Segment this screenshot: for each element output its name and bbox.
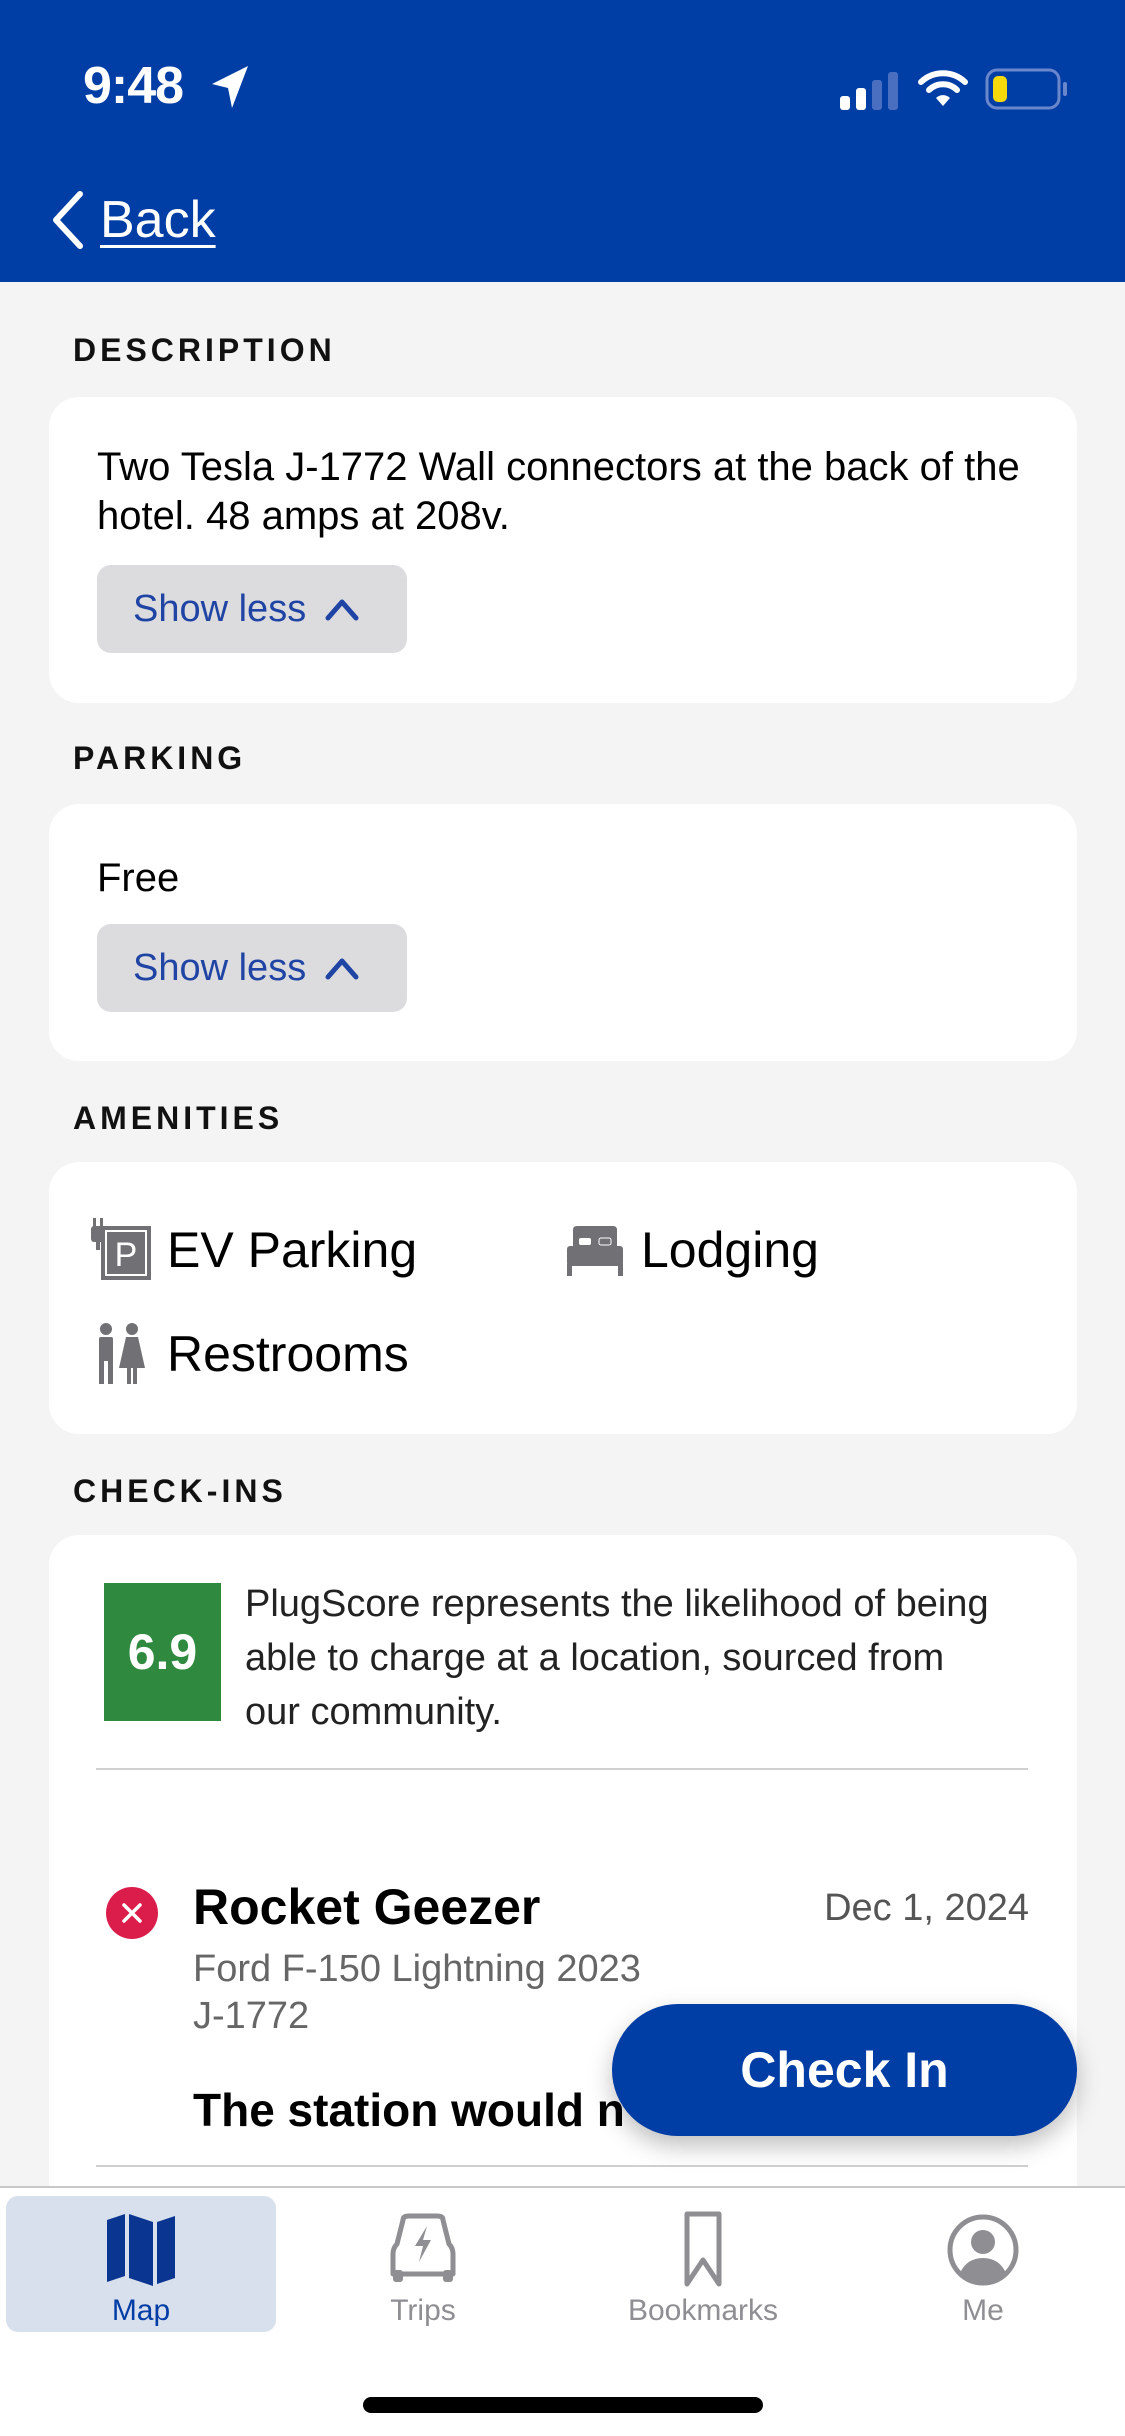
amenities-card: P EV Parking Lodging Restrooms (49, 1162, 1077, 1434)
svg-text:P: P (115, 1236, 138, 1274)
profile-icon (947, 2214, 1019, 2286)
check-in-button[interactable]: Check In (612, 2004, 1077, 2136)
amenity-lodging: Lodging (563, 1218, 819, 1282)
tab-label: Map (111, 2294, 171, 2327)
divider (96, 1768, 1028, 1770)
parking-card: Free Show less (49, 804, 1077, 1061)
parking-text: Free (97, 856, 180, 900)
checkin-plug-type: J-1772 (193, 1995, 310, 2037)
checkins-heading: CHECK-INS (73, 1473, 287, 1509)
amenity-label: Lodging (641, 1222, 819, 1278)
bed-icon (567, 1226, 623, 1276)
show-less-label: Show less (133, 587, 307, 630)
amenities-heading: AMENITIES (73, 1100, 284, 1136)
checkin-comment: The station would n (193, 2084, 625, 2136)
location-arrow-icon (212, 66, 248, 108)
tab-label: Me (962, 2294, 1004, 2327)
battery-icon (985, 68, 1067, 110)
show-less-label: Show less (133, 946, 307, 989)
tab-bookmarks[interactable]: Bookmarks (568, 2196, 838, 2332)
tab-map[interactable]: Map (6, 2196, 276, 2332)
cellular-signal-icon (840, 72, 898, 110)
description-card: Two Tesla J-1772 Wall connectors at the … (49, 397, 1077, 703)
divider (96, 2165, 1028, 2167)
checkin-user-name: Rocket Geezer (193, 1879, 541, 1935)
amenity-ev-parking: P EV Parking (89, 1218, 417, 1282)
amenity-label: Restrooms (167, 1326, 409, 1382)
checkin-date: Dec 1, 2024 (824, 1887, 1029, 1929)
car-charging-icon (390, 2213, 456, 2282)
status-time: 9:48 (83, 57, 184, 115)
header: 9:48 Back (0, 0, 1125, 282)
tab-me[interactable]: Me (848, 2196, 1118, 2332)
tab-label: Bookmarks (627, 2294, 779, 2327)
plugscore-badge: 6.9 (104, 1583, 221, 1721)
back-button[interactable]: Back (48, 185, 216, 255)
parking-show-less-button[interactable]: Show less (97, 924, 407, 1012)
amenity-label: EV Parking (167, 1222, 418, 1278)
chevron-left-icon (53, 191, 83, 249)
check-in-label: Check In (740, 2042, 949, 2098)
chevron-up-icon (325, 958, 359, 980)
description-show-less-button[interactable]: Show less (97, 565, 407, 653)
wifi-icon (918, 70, 968, 106)
parking-heading: PARKING (73, 740, 247, 776)
description-heading: DESCRIPTION (73, 332, 336, 368)
chevron-up-icon (325, 599, 359, 621)
ev-parking-icon: P (91, 1218, 151, 1280)
amenity-restrooms: Restrooms (89, 1322, 409, 1386)
failed-status-icon (106, 1887, 158, 1939)
checkin-vehicle: Ford F-150 Lightning 2023 (193, 1948, 641, 1990)
plugscore-description: PlugScore represents the likelihood of b… (245, 1583, 989, 1733)
tab-trips[interactable]: Trips (288, 2196, 558, 2332)
home-indicator[interactable] (363, 2397, 763, 2413)
description-text: Two Tesla J-1772 Wall connectors at the … (97, 445, 1020, 538)
back-label: Back (100, 191, 216, 249)
map-icon (107, 2214, 175, 2286)
tab-label: Trips (390, 2294, 456, 2327)
restroom-icon (99, 1323, 145, 1384)
close-icon (122, 1903, 142, 1923)
bookmark-icon (684, 2211, 722, 2287)
